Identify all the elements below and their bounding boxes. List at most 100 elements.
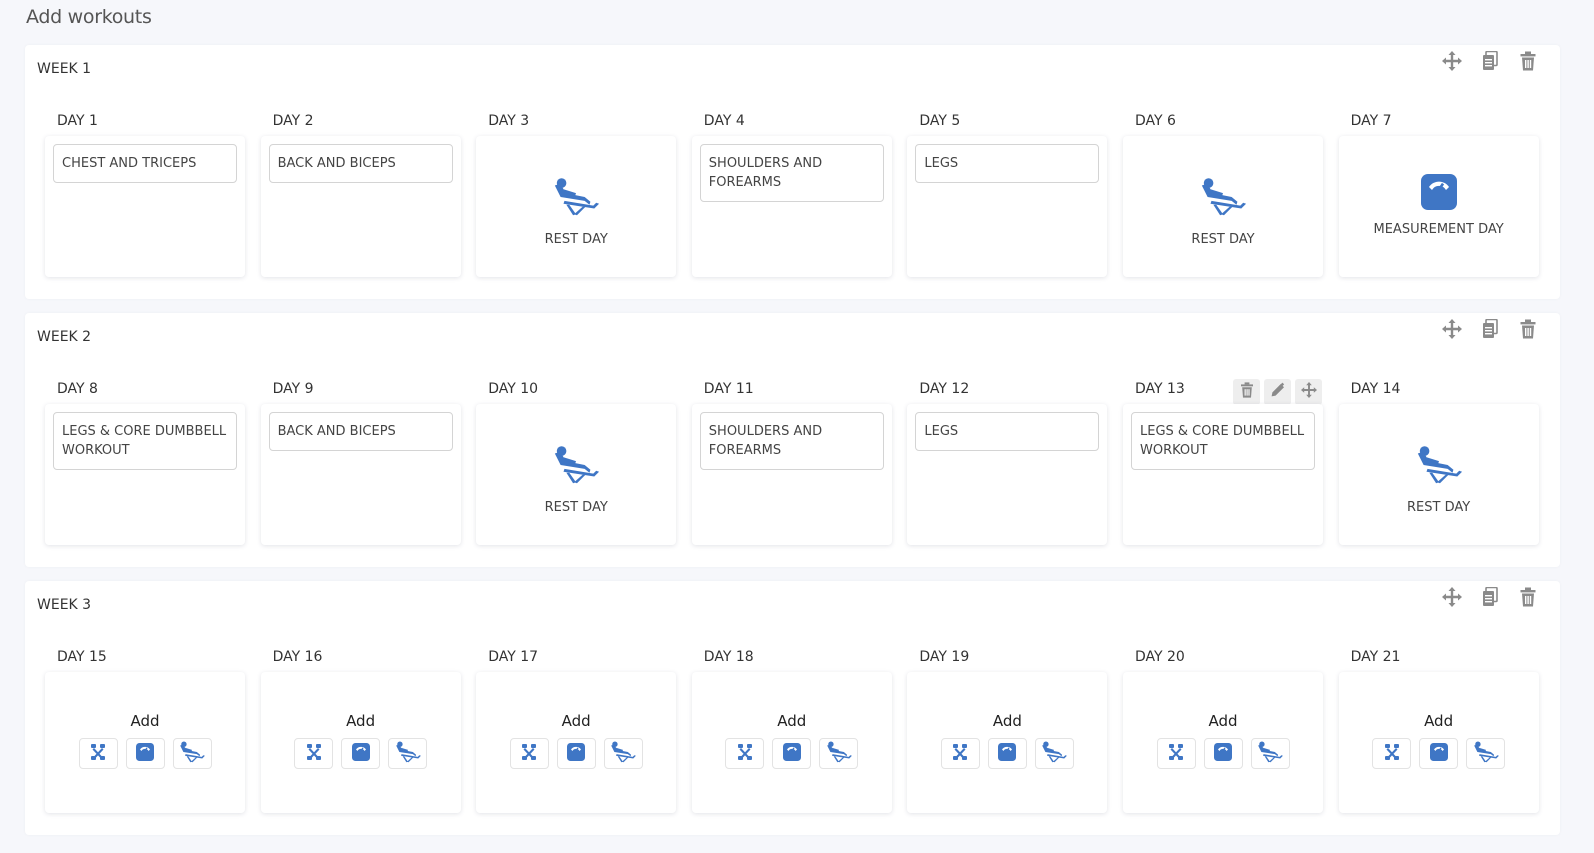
day-hover-actions xyxy=(1233,379,1322,405)
day-card[interactable]: REST DAY xyxy=(476,136,677,277)
move-icon xyxy=(1442,319,1462,343)
add-workout-button[interactable] xyxy=(78,738,118,769)
add-measurement-button[interactable] xyxy=(125,738,165,769)
add-options xyxy=(940,738,1074,769)
move-week-button[interactable] xyxy=(1440,319,1464,343)
day-card[interactable]: MEASUREMENT DAY xyxy=(1338,136,1539,277)
add-day-content: Add xyxy=(1339,712,1539,769)
add-measurement-button[interactable] xyxy=(1419,738,1459,769)
trash-icon xyxy=(1239,382,1255,402)
week-title: WEEK 3 xyxy=(37,597,92,613)
day-card[interactable]: SHOULDERS AND FOREARMS xyxy=(691,136,892,277)
day-card[interactable]: LEGS & CORE DUMBBELL WORKOUT xyxy=(1123,404,1323,545)
day-card[interactable]: LEGS & CORE DUMBBELL WORKOUT xyxy=(45,404,245,545)
day-card[interactable]: REST DAY xyxy=(1338,404,1539,545)
day-card[interactable]: LEGS xyxy=(907,136,1108,277)
add-label: Add xyxy=(1208,712,1238,730)
copy-week-button[interactable] xyxy=(1478,586,1502,611)
scale-icon xyxy=(1419,172,1459,216)
dumbbell-icon xyxy=(1382,742,1402,766)
day-card[interactable]: REST DAY xyxy=(476,404,677,545)
workout-item[interactable]: LEGS & CORE DUMBBELL WORKOUT xyxy=(53,412,237,470)
week-actions xyxy=(1440,318,1540,343)
day-card[interactable]: BACK AND BICEPS xyxy=(260,136,461,277)
add-workout-button[interactable] xyxy=(940,738,980,769)
move-week-button[interactable] xyxy=(1440,587,1464,611)
day-card: Add xyxy=(45,672,245,813)
delete-week-button[interactable] xyxy=(1516,587,1540,611)
workout-item[interactable]: LEGS & CORE DUMBBELL WORKOUT xyxy=(1131,412,1315,470)
dumbbell-icon xyxy=(950,742,970,766)
add-options xyxy=(1156,738,1290,769)
rest-day-label: REST DAY xyxy=(544,232,608,247)
rest-day-content: REST DAY xyxy=(1339,440,1539,515)
add-workout-button[interactable] xyxy=(1372,738,1412,769)
add-rest-day-button[interactable] xyxy=(1034,738,1074,769)
day-label: DAY 19 xyxy=(919,649,970,665)
delete-week-button[interactable] xyxy=(1516,319,1540,343)
add-options xyxy=(509,738,643,769)
rest-chair-icon xyxy=(551,172,601,226)
scale-icon xyxy=(1429,742,1449,766)
day-card[interactable]: LEGS xyxy=(907,404,1108,545)
day-card: Add xyxy=(907,672,1108,813)
add-measurement-button[interactable] xyxy=(556,738,596,769)
add-rest-day-button[interactable] xyxy=(388,738,428,769)
trash-icon xyxy=(1518,51,1538,75)
workout-item[interactable]: SHOULDERS AND FOREARMS xyxy=(699,412,884,470)
add-measurement-button[interactable] xyxy=(1203,738,1243,769)
page-title: Add workouts xyxy=(26,6,152,28)
rest-day-label: REST DAY xyxy=(1407,500,1471,515)
add-day-content: Add xyxy=(1123,712,1323,769)
day-card[interactable]: CHEST AND TRICEPS xyxy=(45,136,245,277)
edit-day-button[interactable] xyxy=(1264,379,1291,405)
copy-week-button[interactable] xyxy=(1478,50,1502,75)
add-options xyxy=(78,738,212,769)
add-rest-day-button[interactable] xyxy=(1250,738,1290,769)
day-label: DAY 7 xyxy=(1350,113,1392,129)
workout-item[interactable]: CHEST AND TRICEPS xyxy=(53,144,237,183)
add-measurement-button[interactable] xyxy=(772,738,812,769)
move-week-button[interactable] xyxy=(1440,51,1464,75)
add-workout-button[interactable] xyxy=(509,738,549,769)
dumbbell-icon xyxy=(519,742,539,766)
day-label: DAY 15 xyxy=(57,649,107,665)
workout-item[interactable]: BACK AND BICEPS xyxy=(268,412,453,451)
add-measurement-button[interactable] xyxy=(341,738,381,769)
dumbbell-icon xyxy=(1166,742,1186,766)
day-card[interactable]: SHOULDERS AND FOREARMS xyxy=(691,404,892,545)
workout-item[interactable]: LEGS xyxy=(915,144,1100,183)
add-workout-button[interactable] xyxy=(1156,738,1196,769)
week-title: WEEK 1 xyxy=(37,61,92,77)
move-day-button[interactable] xyxy=(1295,379,1322,405)
add-label: Add xyxy=(346,712,376,730)
workout-item[interactable]: BACK AND BICEPS xyxy=(268,144,453,183)
measurement-day-content: MEASUREMENT DAY xyxy=(1339,172,1539,237)
day-card[interactable]: REST DAY xyxy=(1123,136,1323,277)
add-rest-day-button[interactable] xyxy=(819,738,859,770)
trash-icon xyxy=(1518,587,1538,611)
day-label: DAY 21 xyxy=(1350,649,1401,665)
add-workout-button[interactable] xyxy=(294,738,334,769)
workout-item[interactable]: SHOULDERS AND FOREARMS xyxy=(699,144,884,202)
copy-icon xyxy=(1480,318,1500,343)
delete-day-button[interactable] xyxy=(1233,379,1260,405)
add-day-content: Add xyxy=(45,712,245,769)
rest-chair-icon xyxy=(825,738,853,770)
add-measurement-button[interactable] xyxy=(987,738,1027,769)
day-label: DAY 13 xyxy=(1135,381,1185,397)
add-workout-button[interactable] xyxy=(725,738,765,769)
week-section: WEEK 1 DAY 1 CHEST AND TRICEPS DAY 2 BACK AN… xyxy=(25,45,1560,299)
day-card[interactable]: BACK AND BICEPS xyxy=(260,404,461,545)
workout-item[interactable]: LEGS xyxy=(915,412,1100,451)
add-rest-day-button[interactable] xyxy=(172,738,212,769)
add-rest-day-button[interactable] xyxy=(603,738,643,769)
add-label: Add xyxy=(1424,712,1454,730)
day-label: DAY 18 xyxy=(703,649,754,665)
rest-day-label: REST DAY xyxy=(1191,232,1255,247)
delete-week-button[interactable] xyxy=(1516,51,1540,75)
add-options xyxy=(725,738,859,770)
add-rest-day-button[interactable] xyxy=(1466,738,1506,769)
copy-week-button[interactable] xyxy=(1478,318,1502,343)
day-card: Add xyxy=(1338,672,1539,813)
